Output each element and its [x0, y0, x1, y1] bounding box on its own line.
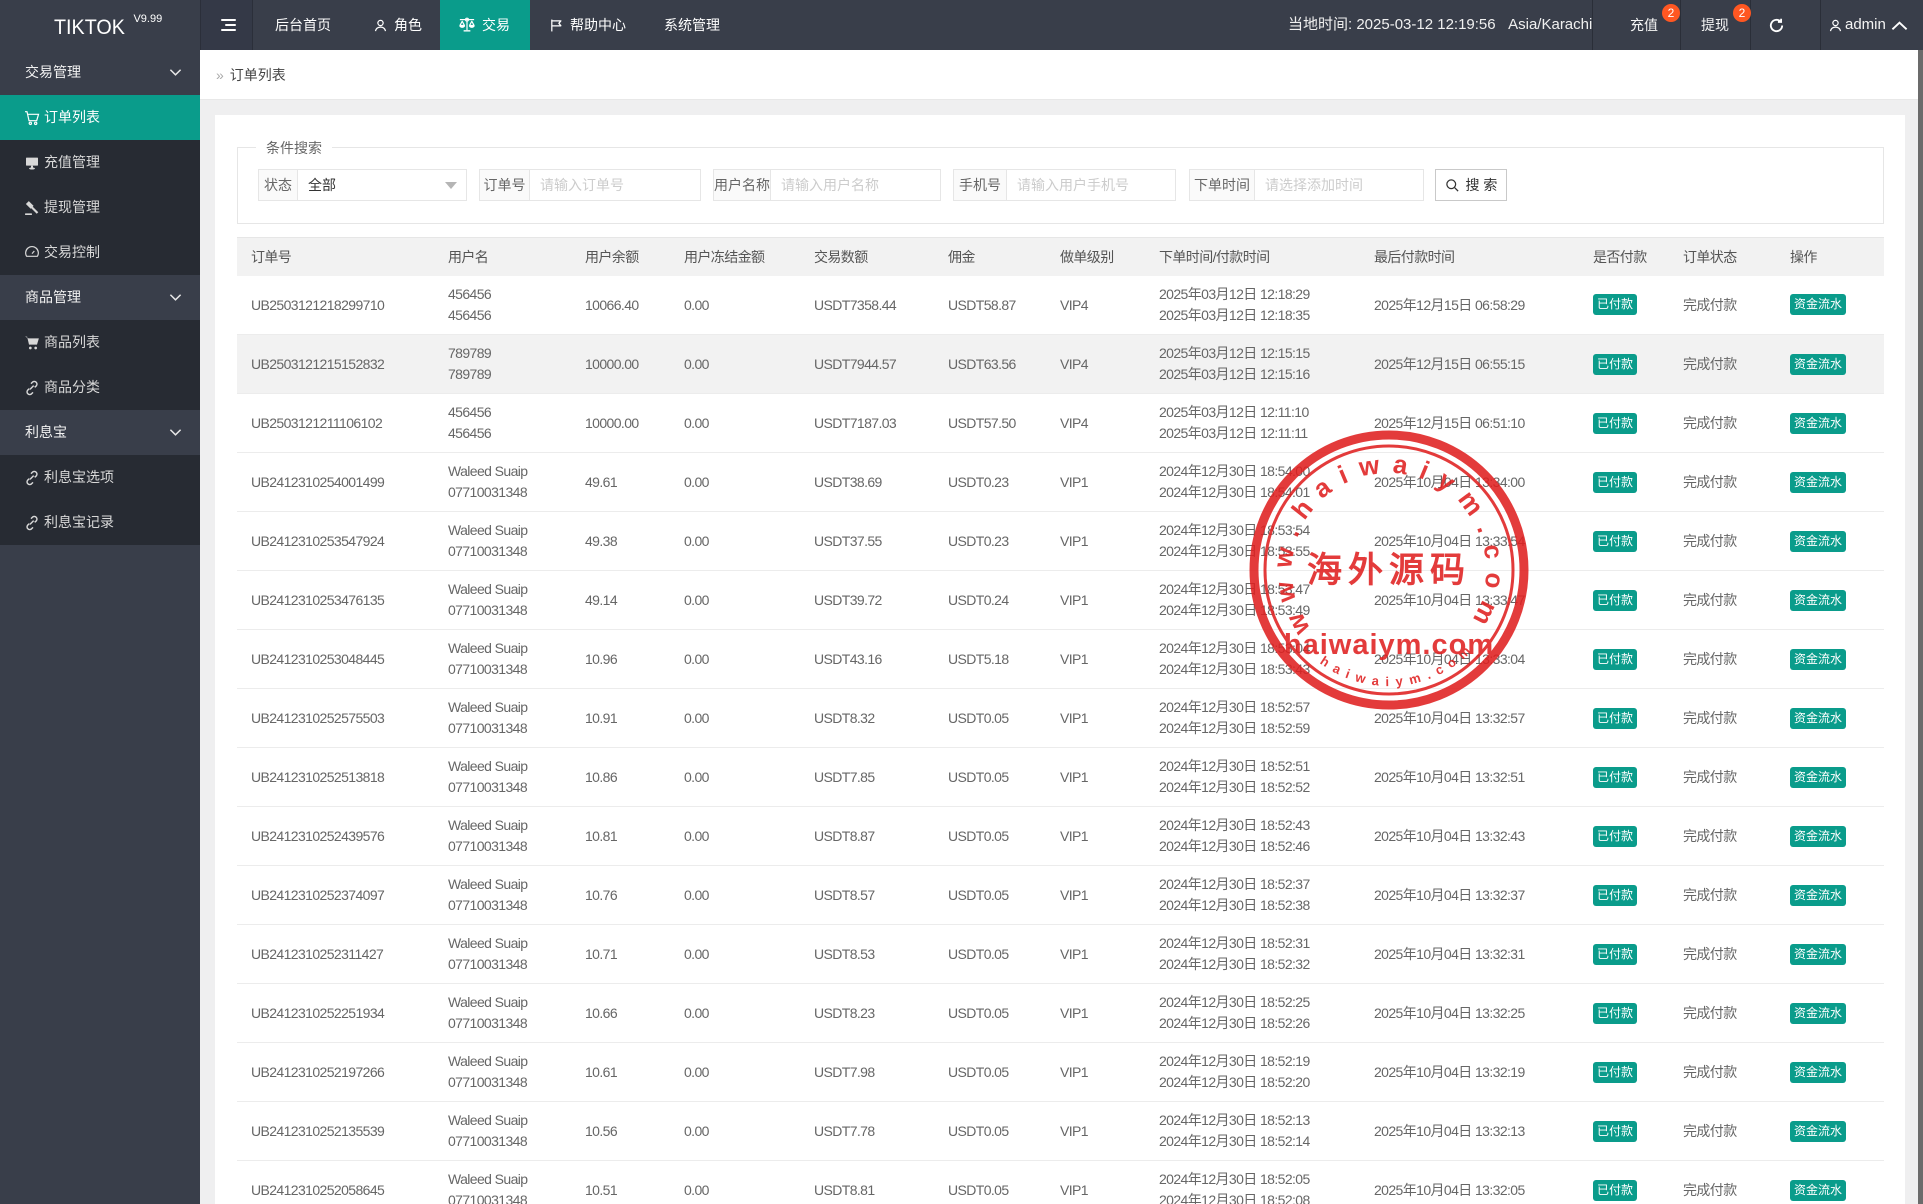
- svg-text:海外源码: 海外源码: [1307, 551, 1471, 590]
- svg-text:www.haiwaiym.com: www.haiwaiym.com: [1267, 448, 1511, 641]
